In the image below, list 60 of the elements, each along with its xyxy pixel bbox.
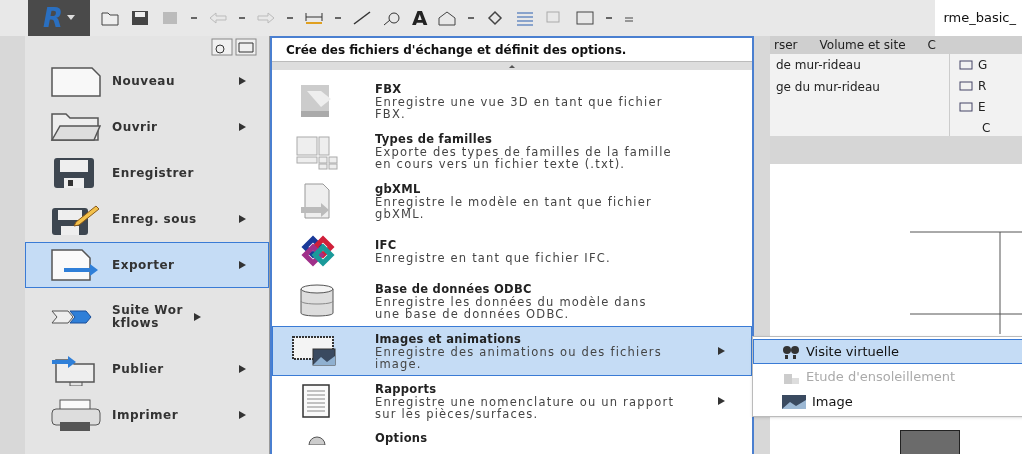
option-title: Options bbox=[375, 431, 429, 445]
app-menu-item[interactable]: Enreg. sous bbox=[25, 196, 269, 242]
option-title: Images et animations bbox=[375, 332, 523, 346]
option-title: FBX bbox=[375, 82, 403, 96]
export-option[interactable]: FBX Enregistre une vue 3D en tant que fichier FBX. bbox=[272, 76, 752, 126]
option-title: gbXML bbox=[375, 182, 421, 196]
option-title: Rapports bbox=[375, 382, 437, 396]
option-description: Exporte des types de familles de la famille en cours vers un fichier texte (.txt). bbox=[375, 145, 673, 170]
tool-icon bbox=[958, 100, 974, 114]
document-title: rme_basic_ bbox=[935, 0, 1022, 36]
ribbon-item[interactable]: R bbox=[958, 77, 991, 95]
app-menu-item[interactable]: Suite Workflows bbox=[25, 288, 269, 346]
text-tool-button[interactable]: A bbox=[412, 8, 428, 28]
export-option[interactable]: Rapports Enregistre une nomenclature ou un rapport sur les pièces/surfaces. bbox=[272, 376, 752, 426]
export-option[interactable]: Options bbox=[272, 426, 752, 450]
footprints-icon bbox=[782, 344, 800, 359]
folder-icon bbox=[50, 110, 102, 144]
house-icon[interactable] bbox=[437, 9, 458, 27]
tool-icon bbox=[958, 58, 974, 72]
option-description: Enregistre les données du modèle dans une base de données ODBC. bbox=[375, 295, 648, 320]
ribbon-tab[interactable]: rser bbox=[770, 36, 802, 54]
export-option[interactable]: IFC Enregistre en tant que fichier IFC. bbox=[272, 226, 752, 276]
option-description: Enregistre des animations ou des fichiers image. bbox=[375, 345, 663, 370]
panel-label: C bbox=[981, 120, 991, 137]
export-option[interactable]: Base de données ODBC Enregistre les données du modèle dans une base de données ODBC. bbox=[272, 276, 752, 326]
app-menu-item[interactable]: Exporter bbox=[25, 242, 269, 288]
option-description: Enregistre une vue 3D en tant que fichier FBX. bbox=[375, 95, 664, 120]
export-option[interactable]: gbXML Enregistre le modèle en tant que fichier gbXML. bbox=[272, 176, 752, 226]
aligned-dimension-icon[interactable] bbox=[352, 9, 372, 27]
app-menu-item[interactable]: Ouvrir bbox=[25, 104, 269, 150]
printer-icon bbox=[50, 398, 102, 432]
app-menu-item[interactable]: Nouveau bbox=[25, 58, 269, 104]
ribbon-tab[interactable]: C bbox=[923, 36, 940, 54]
option-description: Enregistre le modèle en tant que fichier gbXML. bbox=[375, 195, 653, 220]
tool-icon bbox=[958, 79, 974, 93]
app-menu-item[interactable]: Imprimer bbox=[25, 392, 269, 438]
open-documents-icon[interactable] bbox=[235, 38, 257, 56]
ribbon-tab[interactable]: Volume et site bbox=[815, 36, 910, 54]
option-title: Base de données ODBC bbox=[375, 282, 533, 296]
ribbon-item[interactable]: ge du mur-rideau bbox=[776, 78, 949, 96]
ribbon-item[interactable]: E bbox=[958, 98, 991, 116]
blank-page-icon bbox=[50, 64, 102, 98]
windows-icon[interactable] bbox=[575, 9, 596, 27]
option-title: IFC bbox=[375, 238, 398, 252]
ribbon-item[interactable]: G bbox=[958, 56, 991, 74]
ribbon-item[interactable]: de mur-rideau bbox=[776, 56, 949, 74]
recent-documents-icon[interactable] bbox=[211, 38, 233, 56]
scroll-up-icon[interactable] bbox=[508, 62, 516, 70]
submenu-item[interactable]: Image bbox=[753, 389, 1022, 414]
caret-icon bbox=[67, 15, 75, 21]
folder-icon[interactable] bbox=[100, 9, 120, 27]
app-menu-item[interactable]: Enregistrer bbox=[25, 150, 269, 196]
export-option[interactable]: Images et animations Enregistre des animations ou des fichiers image. bbox=[272, 326, 752, 376]
submenu-item[interactable]: Visite virtuelle bbox=[753, 339, 1022, 364]
option-description: Enregistre en tant que fichier IFC. bbox=[375, 251, 612, 264]
option-description: Enregistre une nomenclature ou un rapport sur les pièces/surfaces. bbox=[375, 395, 675, 420]
app-menu-item[interactable]: Publier bbox=[25, 346, 269, 392]
option-title: Types de familles bbox=[375, 132, 494, 146]
landscape-icon bbox=[782, 394, 806, 409]
export-option[interactable]: Types de familles Exporte des types de familles de la famille en cours vers un fichier texte (.txt). bbox=[272, 126, 752, 176]
